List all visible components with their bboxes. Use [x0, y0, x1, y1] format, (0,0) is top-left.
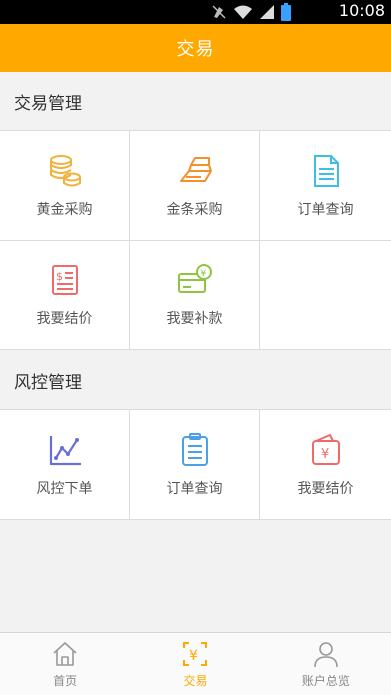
- grid-row: 风控下单 订单查询 ¥ 我要结价: [0, 410, 391, 519]
- signal-icon: [260, 5, 274, 19]
- svg-text:¥: ¥: [321, 447, 329, 462]
- tab-label: 账户总览: [301, 673, 350, 688]
- grid-item-label: 我要补款: [166, 311, 223, 327]
- card-yuan-icon: ¥: [177, 264, 212, 293]
- document-icon: [313, 154, 339, 187]
- gold-bar-purchase-button[interactable]: 金条采购: [130, 131, 260, 240]
- trade-management-grid: 黄金采购 金条采购 订单查询 $ 我要结价 ¥ 我要补款: [0, 130, 391, 350]
- gold-bars-icon: [179, 156, 212, 182]
- clipboard-icon: [181, 432, 208, 466]
- battery-icon: [281, 3, 291, 21]
- grid-item-label: 黄金采购: [36, 201, 93, 218]
- grid-row: $ 我要结价 ¥ 我要补款: [0, 240, 391, 349]
- risk-settle-price-button[interactable]: ¥ 我要结价: [260, 410, 391, 519]
- home-icon: [53, 641, 77, 666]
- page-title: 交易: [176, 39, 215, 60]
- grid-item-label: 风控下单: [36, 480, 93, 497]
- supplement-payment-button[interactable]: ¥ 我要补款: [130, 241, 260, 349]
- bottom-tab-bar: 首页 ¥ 交易 账户总览: [0, 632, 391, 695]
- status-icons: [211, 3, 291, 21]
- order-query-button[interactable]: 订单查询: [260, 131, 391, 240]
- tab-label: 首页: [53, 673, 78, 688]
- risk-management-grid: 风控下单 订单查询 ¥ 我要结价: [0, 409, 391, 520]
- user-icon: [314, 641, 338, 667]
- tab-account-overview[interactable]: 账户总览: [261, 633, 391, 695]
- risk-order-query-button[interactable]: 订单查询: [130, 410, 260, 519]
- settle-price-button[interactable]: $ 我要结价: [0, 241, 130, 349]
- tab-trade[interactable]: ¥ 交易: [130, 633, 260, 695]
- wifi-icon: [234, 5, 252, 19]
- grid-item-label: 金条采购: [166, 201, 223, 218]
- empty-cell: [260, 241, 391, 349]
- svg-text:¥: ¥: [200, 269, 206, 279]
- title-bar: 交易: [0, 24, 391, 72]
- grid-item-label: 我要结价: [36, 311, 93, 327]
- mute-icon: [212, 5, 226, 19]
- wallet-yuan-icon: ¥: [311, 433, 340, 465]
- gold-purchase-button[interactable]: 黄金采购: [0, 131, 130, 240]
- grid-row: 黄金采购 金条采购 订单查询: [0, 131, 391, 240]
- clock: 10:08: [338, 1, 385, 20]
- svg-text:¥: ¥: [189, 648, 198, 664]
- grid-item-label: 订单查询: [297, 201, 354, 218]
- grid-item-label: 订单查询: [166, 480, 223, 497]
- trade-icon: ¥: [183, 641, 208, 666]
- grid-item-label: 我要结价: [297, 480, 354, 497]
- section-title-risk-management: 风控管理: [0, 351, 391, 409]
- status-bar: 10:08: [0, 0, 391, 24]
- tab-label: 交易: [183, 673, 208, 688]
- trend-chart-icon: [49, 435, 81, 465]
- risk-order-button[interactable]: 风控下单: [0, 410, 130, 519]
- invoice-icon: $: [51, 265, 78, 295]
- tab-home[interactable]: 首页: [0, 633, 130, 695]
- coins-icon: [49, 154, 81, 186]
- section-title-trade-management: 交易管理: [0, 72, 391, 130]
- svg-text:$: $: [56, 270, 63, 283]
